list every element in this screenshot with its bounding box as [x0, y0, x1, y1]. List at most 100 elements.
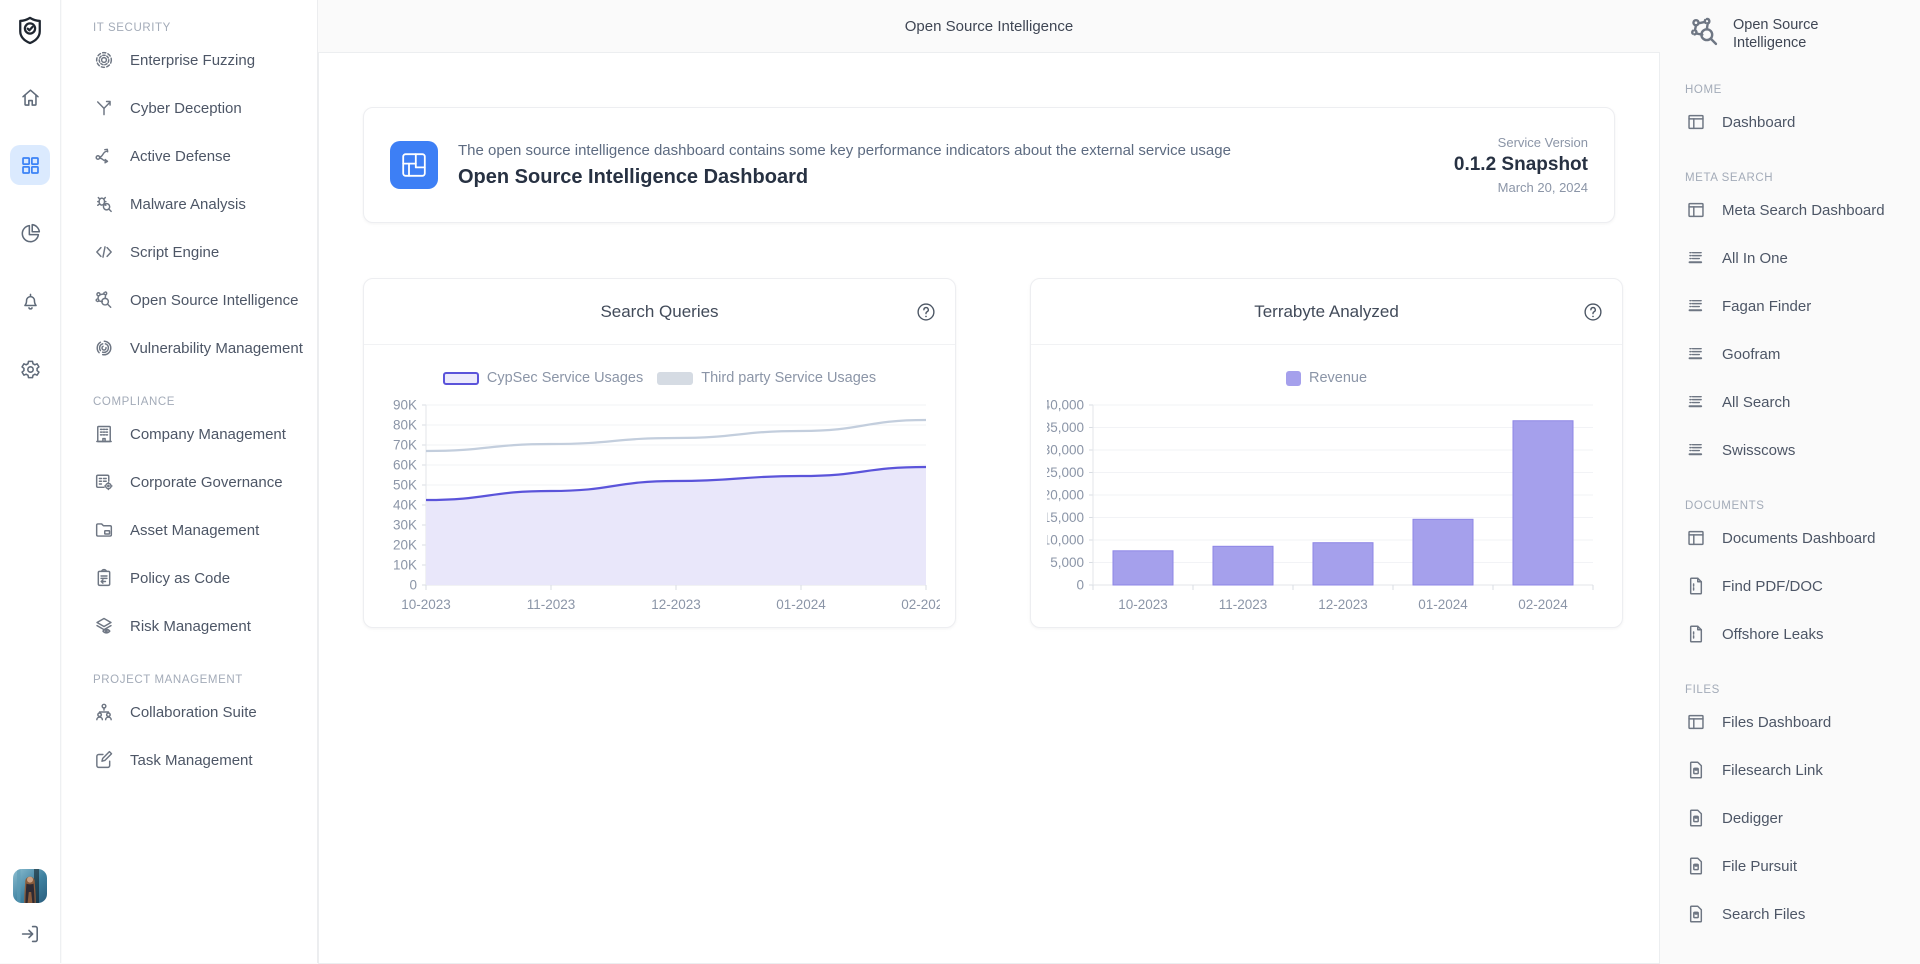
branch-icon	[93, 97, 115, 119]
sidebar-item-risk-management[interactable]: Risk Management	[93, 602, 307, 650]
nav-item-label: Goofram	[1722, 346, 1780, 363]
help-icon[interactable]	[915, 301, 937, 323]
fingerprint-icon	[93, 337, 115, 359]
gear-icon	[19, 358, 42, 381]
shield-check-logo-icon	[9, 9, 51, 51]
info-card-text: The open source intelligence dashboard c…	[458, 142, 1231, 189]
svg-text:25,000: 25,000	[1047, 465, 1084, 480]
bar-02-2024	[1513, 421, 1573, 585]
rightnav-item-dashboard[interactable]: Dashboard	[1685, 98, 1914, 146]
svg-text:01-2024: 01-2024	[1418, 597, 1468, 612]
bug-search-icon	[93, 193, 115, 215]
file-search-icon	[1685, 855, 1707, 877]
nav-item-label: Dashboard	[1722, 114, 1795, 131]
rail-analytics-button[interactable]	[10, 213, 50, 253]
rightnav-item-all-in-one[interactable]: All In One	[1685, 234, 1914, 282]
legend-swatch	[443, 372, 479, 385]
nav-item-label: Task Management	[130, 752, 253, 769]
legend-cypsec-service-usages[interactable]: CypSec Service Usages	[443, 370, 643, 386]
rightnav-item-documents-dashboard[interactable]: Documents Dashboard	[1685, 514, 1914, 562]
rightnav-item-files-dashboard[interactable]: Files Dashboard	[1685, 698, 1914, 746]
sidebar-item-company-management[interactable]: Company Management	[93, 410, 307, 458]
file-search-icon	[1685, 807, 1707, 829]
svg-text:80K: 80K	[393, 418, 417, 433]
rightnav-item-filesearch-link[interactable]: Filesearch Link	[1685, 746, 1914, 794]
doc-icon	[1685, 575, 1707, 597]
nav-item-label: Meta Search Dashboard	[1722, 202, 1885, 219]
right-sidebar-title: Open Source Intelligence	[1733, 14, 1843, 52]
legend-revenue[interactable]: Revenue	[1286, 370, 1367, 386]
bar-12-2023	[1313, 543, 1373, 585]
rail-notifications-button[interactable]	[10, 281, 50, 321]
rightnav-item-file-pursuit[interactable]: File Pursuit	[1685, 842, 1914, 890]
sidebar-item-cyber-deception[interactable]: Cyber Deception	[93, 84, 307, 132]
svg-text:40,000: 40,000	[1047, 398, 1084, 413]
sidebar-item-corporate-governance[interactable]: Corporate Governance	[93, 458, 307, 506]
legend-swatch	[1286, 371, 1301, 386]
sidebar-item-asset-management[interactable]: Asset Management	[93, 506, 307, 554]
svg-text:40K: 40K	[393, 498, 417, 513]
svg-text:12-2023: 12-2023	[651, 597, 701, 612]
sidebar-item-malware-analysis[interactable]: Malware Analysis	[93, 180, 307, 228]
file-search-icon	[1685, 903, 1707, 925]
sidebar-section-compliance: COMPLIANCE Company ManagementCorporate Go…	[93, 396, 307, 650]
sidebar-item-open-source-intelligence[interactable]: Open Source Intelligence	[93, 276, 307, 324]
rightnav-item-offshore-leaks[interactable]: Offshore Leaks	[1685, 610, 1914, 658]
rail-home-button[interactable]	[10, 77, 50, 117]
sidebar-item-enterprise-fuzzing[interactable]: Enterprise Fuzzing	[93, 36, 307, 84]
sidebar-item-active-defense[interactable]: Active Defense	[93, 132, 307, 180]
sidebar-item-task-management[interactable]: Task Management	[93, 736, 307, 784]
nav-item-label: Vulnerability Management	[130, 340, 303, 357]
nav-item-label: Risk Management	[130, 618, 251, 635]
sidebar-item-collaboration-suite[interactable]: Collaboration Suite	[93, 688, 307, 736]
nav-item-label: Documents Dashboard	[1722, 530, 1875, 547]
rightnav-item-search-files[interactable]: Search Files	[1685, 890, 1914, 938]
rightnav-item-dedigger[interactable]: Dedigger	[1685, 794, 1914, 842]
nav-item-label: Policy as Code	[130, 570, 230, 587]
svg-text:30K: 30K	[393, 518, 417, 533]
section-label: DOCUMENTS	[1685, 500, 1914, 512]
rail-settings-button[interactable]	[10, 349, 50, 389]
help-icon[interactable]	[1582, 301, 1604, 323]
svg-text:10-2023: 10-2023	[401, 597, 451, 612]
svg-text:02-2024: 02-2024	[901, 597, 940, 612]
rightnav-section-files: FILESFiles DashboardFilesearch LinkDedig…	[1685, 684, 1914, 938]
svg-text:15,000: 15,000	[1047, 510, 1084, 525]
legend-swatch	[657, 372, 693, 385]
svg-text:11-2023: 11-2023	[527, 597, 576, 612]
list-icon	[1685, 343, 1707, 365]
sidebar-item-vulnerability-management[interactable]: Vulnerability Management	[93, 324, 307, 372]
svg-text:12-2023: 12-2023	[1318, 597, 1368, 612]
route-icon	[93, 145, 115, 167]
rail-buttons	[10, 51, 50, 389]
rightnav-item-meta-search-dashboard[interactable]: Meta Search Dashboard	[1685, 186, 1914, 234]
svg-text:30,000: 30,000	[1047, 443, 1084, 458]
page-title-bar: Open Source Intelligence	[318, 0, 1660, 52]
nav-item-label: Malware Analysis	[130, 196, 246, 213]
logout-button[interactable]	[13, 917, 47, 951]
charts-row: Search Queries CypSec Service UsagesThir…	[363, 278, 1615, 628]
nav-item-label: File Pursuit	[1722, 858, 1797, 875]
nav-item-label: All Search	[1722, 394, 1790, 411]
right-sidebar: Open Source Intelligence HOMEDashboardME…	[1678, 0, 1920, 963]
dashboard-icon	[1685, 111, 1707, 133]
svg-text:10,000: 10,000	[1047, 533, 1084, 548]
bar-11-2023	[1213, 546, 1273, 585]
search-queries-card: Search Queries CypSec Service UsagesThir…	[363, 278, 956, 628]
sidebar-item-script-engine[interactable]: Script Engine	[93, 228, 307, 276]
rightnav-item-fagan-finder[interactable]: Fagan Finder	[1685, 282, 1914, 330]
page-title: Open Source Intelligence	[905, 18, 1073, 35]
sidebar-item-policy-as-code[interactable]: Policy as Code	[93, 554, 307, 602]
rail-apps-button[interactable]	[10, 145, 50, 185]
rightnav-item-all-search[interactable]: All Search	[1685, 378, 1914, 426]
pie-icon	[19, 222, 42, 245]
rightnav-item-swisscows[interactable]: Swisscows	[1685, 426, 1914, 474]
user-avatar[interactable]	[13, 869, 47, 903]
legend-third-party-service-usages[interactable]: Third party Service Usages	[657, 370, 876, 386]
section-label: COMPLIANCE	[93, 396, 307, 408]
rightnav-item-goofram[interactable]: Goofram	[1685, 330, 1914, 378]
service-version-block: Service Version 0.1.2 Snapshot March 20,…	[1454, 135, 1588, 195]
nav-item-label: Find PDF/DOC	[1722, 578, 1823, 595]
rightnav-item-find-pdf-doc[interactable]: Find PDF/DOC	[1685, 562, 1914, 610]
nav-item-label: Search Files	[1722, 906, 1805, 923]
